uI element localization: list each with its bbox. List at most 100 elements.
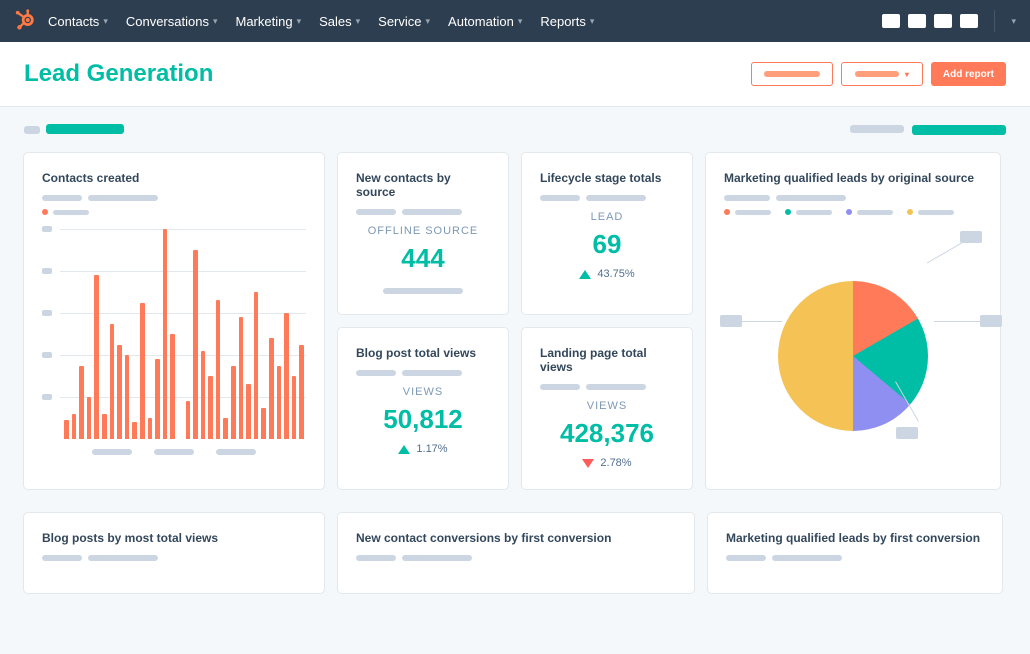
bar	[110, 324, 115, 440]
nav-service[interactable]: Service▾	[378, 14, 430, 29]
chevron-down-icon: ▾	[356, 16, 361, 27]
nav-util-1[interactable]	[882, 14, 900, 28]
filter-active[interactable]	[912, 125, 1006, 135]
bar	[140, 303, 145, 440]
filter-right	[850, 125, 1006, 135]
bar	[125, 355, 130, 439]
contacts-bar-chart	[42, 229, 306, 455]
pie-legend	[724, 209, 982, 215]
kpi-delta: 43.75%	[540, 268, 674, 280]
bar	[117, 345, 122, 440]
kpi-value: 428,376	[540, 418, 674, 449]
header-actions: ▾ Add report	[751, 62, 1006, 86]
nav-marketing[interactable]: Marketing▾	[235, 14, 301, 29]
kpi-label: VIEWS	[540, 400, 674, 412]
card-landing-page-total-views[interactable]: Landing page total views VIEWS 428,376 2…	[522, 328, 692, 489]
hubspot-logo-icon[interactable]	[14, 9, 36, 34]
top-nav: Contacts▾ Conversations▾ Marketing▾ Sale…	[0, 0, 1030, 42]
bar	[102, 414, 107, 439]
nav-reports[interactable]: Reports▾	[540, 14, 594, 29]
card-title: Marketing qualified leads by first conve…	[726, 531, 984, 545]
pie-slice-label	[720, 315, 742, 327]
bar	[186, 401, 191, 439]
card-blog-posts-by-most-views[interactable]: Blog posts by most total views	[24, 513, 324, 593]
nav-automation[interactable]: Automation▾	[448, 14, 522, 29]
card-blog-post-total-views[interactable]: Blog post total views VIEWS 50,812 1.17%	[338, 328, 508, 489]
filter-left[interactable]	[24, 121, 124, 139]
chevron-down-icon: ▾	[590, 16, 595, 27]
pie-graphic	[778, 281, 928, 431]
bar	[87, 397, 92, 439]
bar	[208, 376, 213, 439]
chevron-down-icon: ▾	[213, 16, 218, 27]
bar	[239, 317, 244, 439]
kpi-label: VIEWS	[356, 386, 490, 398]
bar	[163, 229, 168, 439]
card-title: New contacts by source	[356, 171, 490, 199]
chevron-down-icon: ▾	[518, 16, 523, 27]
card-title: Marketing qualified leads by original so…	[724, 171, 982, 185]
chevron-down-icon: ▾	[426, 16, 431, 27]
add-report-button[interactable]: Add report	[931, 62, 1006, 86]
card-new-contact-conversions[interactable]: New contact conversions by first convers…	[338, 513, 694, 593]
bar	[94, 275, 99, 439]
card-title: Lifecycle stage totals	[540, 171, 674, 185]
bar	[193, 250, 198, 439]
nav-contacts[interactable]: Contacts▾	[48, 14, 108, 29]
bar	[170, 334, 175, 439]
header-dropdown-1[interactable]	[751, 62, 833, 86]
card-title: Landing page total views	[540, 346, 674, 374]
trend-up-icon	[579, 270, 591, 279]
trend-up-icon	[398, 445, 410, 454]
card-title: Blog posts by most total views	[42, 531, 306, 545]
bar	[254, 292, 259, 439]
chevron-down-icon: ▾	[103, 16, 108, 27]
page-header: Lead Generation ▾ Add report	[0, 42, 1030, 107]
bar	[148, 418, 153, 439]
bar	[299, 345, 304, 440]
filter-option[interactable]	[850, 125, 904, 133]
divider	[994, 10, 995, 32]
nav-items: Contacts▾ Conversations▾ Marketing▾ Sale…	[48, 14, 594, 29]
kpi-label: LEAD	[540, 211, 674, 223]
top-nav-right: ▾	[882, 10, 1016, 32]
pie-slice-label	[896, 427, 918, 439]
pie-chart	[724, 231, 982, 461]
card-lifecycle-stage-totals[interactable]: Lifecycle stage totals LEAD 69 43.75%	[522, 153, 692, 314]
dashboard-row-2: Blog posts by most total views New conta…	[0, 513, 1030, 593]
nav-util-3[interactable]	[934, 14, 952, 28]
bar	[79, 366, 84, 440]
bar	[277, 366, 282, 440]
kpi-value: 50,812	[356, 404, 490, 435]
chevron-down-icon: ▾	[297, 16, 302, 27]
card-mql-by-original-source[interactable]: Marketing qualified leads by original so…	[706, 153, 1000, 489]
bar	[132, 422, 137, 439]
nav-util-2[interactable]	[908, 14, 926, 28]
trend-down-icon	[582, 459, 594, 468]
chevron-down-icon: ▾	[1011, 16, 1016, 27]
bar	[155, 359, 160, 439]
card-title: Contacts created	[42, 171, 306, 185]
bar	[223, 418, 228, 439]
bar	[284, 313, 289, 439]
card-title: Blog post total views	[356, 346, 490, 360]
kpi-footer-placeholder	[383, 288, 463, 294]
bar	[216, 300, 221, 439]
kpi-value: 69	[540, 229, 674, 260]
header-dropdown-2[interactable]: ▾	[841, 62, 923, 86]
bar	[201, 351, 206, 439]
bar	[246, 384, 251, 439]
nav-conversations[interactable]: Conversations▾	[126, 14, 218, 29]
card-mql-by-first-conversion[interactable]: Marketing qualified leads by first conve…	[708, 513, 1002, 593]
dashboard-grid: Contacts created New contacts by source …	[0, 153, 1030, 513]
card-contacts-created[interactable]: Contacts created	[24, 153, 324, 489]
nav-util-4[interactable]	[960, 14, 978, 28]
kpi-label: OFFLINE SOURCE	[356, 225, 490, 237]
bar	[64, 420, 69, 439]
bar	[269, 338, 274, 439]
account-menu[interactable]: ▾	[1011, 16, 1016, 27]
pie-slice-label	[980, 315, 1002, 327]
card-new-contacts-by-source[interactable]: New contacts by source OFFLINE SOURCE 44…	[338, 153, 508, 314]
nav-sales[interactable]: Sales▾	[319, 14, 360, 29]
filter-bar	[0, 107, 1030, 153]
